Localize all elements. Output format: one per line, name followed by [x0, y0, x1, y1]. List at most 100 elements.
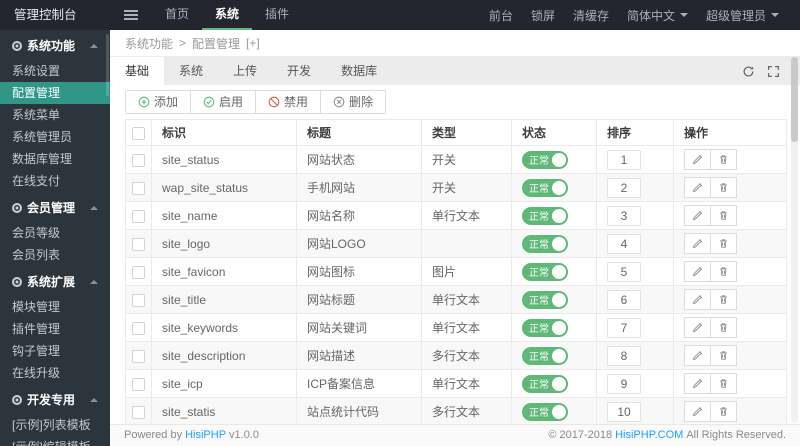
breadcrumb-current[interactable]: 配置管理: [192, 35, 240, 52]
enable-button[interactable]: 启用: [190, 91, 255, 113]
row-checkbox[interactable]: [132, 377, 145, 391]
row-checkbox[interactable]: [132, 265, 145, 279]
sort-input[interactable]: [607, 149, 641, 170]
sidebar-scrollbar[interactable]: [106, 34, 109, 96]
row-checkbox[interactable]: [132, 209, 145, 223]
sidebar-item-system-admins[interactable]: 系统管理员: [0, 126, 110, 148]
ban-circle-icon: [268, 96, 280, 108]
fullscreen-icon[interactable]: [767, 65, 780, 78]
tab-database[interactable]: 数据库: [326, 57, 392, 85]
page-scrollbar[interactable]: [791, 57, 798, 423]
sidebar-item-hook-management[interactable]: 钩子管理: [0, 340, 110, 362]
sidebar-item-member-list[interactable]: 会员列表: [0, 244, 110, 266]
status-toggle[interactable]: 正常: [522, 402, 568, 421]
delete-row-button[interactable]: [710, 289, 737, 310]
sidebar-item-online-payment[interactable]: 在线支付: [0, 170, 110, 192]
footer-powered-by: Powered by HisiPHP v1.0.0: [124, 429, 260, 442]
delete-row-button[interactable]: [710, 373, 737, 394]
disable-button[interactable]: 禁用: [255, 91, 320, 113]
sidebar-section-members[interactable]: 会员管理: [0, 192, 110, 222]
add-button[interactable]: 添加: [126, 91, 190, 113]
select-all-checkbox[interactable]: [132, 126, 145, 140]
edit-button[interactable]: [684, 345, 711, 366]
sort-input[interactable]: [607, 205, 641, 226]
sidebar-item-example-edit-template[interactable]: [示例]编辑模板: [0, 436, 110, 446]
delete-row-button[interactable]: [710, 177, 737, 198]
status-toggle[interactable]: 正常: [522, 346, 568, 365]
status-toggle[interactable]: 正常: [522, 318, 568, 337]
sidebar-toggle-button[interactable]: [110, 0, 152, 30]
hisiphp-com-link[interactable]: HisiPHP.COM: [615, 429, 683, 441]
edit-button[interactable]: [684, 261, 711, 282]
status-toggle[interactable]: 正常: [522, 206, 568, 225]
delete-row-button[interactable]: [710, 401, 737, 422]
row-checkbox[interactable]: [132, 181, 145, 195]
row-checkbox[interactable]: [132, 237, 145, 251]
delete-row-button[interactable]: [710, 317, 737, 338]
sidebar-item-database-management[interactable]: 数据库管理: [0, 148, 110, 170]
lock-screen-link[interactable]: 锁屏: [522, 7, 564, 24]
sidebar-item-online-upgrade[interactable]: 在线升级: [0, 362, 110, 384]
tab-upload[interactable]: 上传: [218, 57, 272, 85]
delete-row-button[interactable]: [710, 149, 737, 170]
edit-button[interactable]: [684, 289, 711, 310]
sort-input[interactable]: [607, 401, 641, 422]
clear-cache-link[interactable]: 清缓存: [564, 7, 618, 24]
sidebar-item-system-settings[interactable]: 系统设置: [0, 60, 110, 82]
sidebar-item-module-management[interactable]: 模块管理: [0, 296, 110, 318]
row-checkbox[interactable]: [132, 405, 145, 419]
hisiphp-link[interactable]: HisiPHP: [185, 429, 226, 441]
delete-row-button[interactable]: [710, 261, 737, 282]
language-dropdown[interactable]: 简体中文: [618, 7, 697, 24]
sort-input[interactable]: [607, 317, 641, 338]
edit-button[interactable]: [684, 317, 711, 338]
nav-item-plugins[interactable]: 插件: [252, 0, 302, 30]
status-toggle[interactable]: 正常: [522, 374, 568, 393]
delete-button[interactable]: 删除: [320, 91, 385, 113]
status-toggle[interactable]: 正常: [522, 178, 568, 197]
sidebar-section-extensions[interactable]: 系统扩展: [0, 266, 110, 296]
row-checkbox[interactable]: [132, 293, 145, 307]
row-checkbox[interactable]: [132, 153, 145, 167]
status-toggle[interactable]: 正常: [522, 234, 568, 253]
row-checkbox[interactable]: [132, 321, 145, 335]
row-checkbox[interactable]: [132, 349, 145, 363]
delete-row-button[interactable]: [710, 345, 737, 366]
nav-item-home[interactable]: 首页: [152, 0, 202, 30]
sidebar-section-system[interactable]: 系统功能: [0, 30, 110, 60]
tab-develop[interactable]: 开发: [272, 57, 326, 85]
sidebar-item-system-menu[interactable]: 系统菜单: [0, 104, 110, 126]
sidebar-item-member-levels[interactable]: 会员等级: [0, 222, 110, 244]
sidebar-section-dev[interactable]: 开发专用: [0, 384, 110, 414]
sidebar-item-example-list-template[interactable]: [示例]列表模板: [0, 414, 110, 436]
user-dropdown[interactable]: 超级管理员: [697, 7, 788, 24]
status-toggle[interactable]: 正常: [522, 290, 568, 309]
edit-button[interactable]: [684, 205, 711, 226]
sort-input[interactable]: [607, 289, 641, 310]
edit-button[interactable]: [684, 233, 711, 254]
edit-button[interactable]: [684, 401, 711, 422]
sort-input[interactable]: [607, 233, 641, 254]
status-toggle[interactable]: 正常: [522, 262, 568, 281]
tab-system[interactable]: 系统: [164, 57, 218, 85]
sidebar-item-plugin-management[interactable]: 插件管理: [0, 318, 110, 340]
sort-input[interactable]: [607, 177, 641, 198]
toggle-knob: [552, 404, 566, 419]
sidebar-item-config-management[interactable]: 配置管理: [0, 82, 110, 104]
tab-basic[interactable]: 基础: [110, 57, 165, 85]
edit-button[interactable]: [684, 373, 711, 394]
nav-item-system[interactable]: 系统: [202, 0, 253, 30]
breadcrumb-parent[interactable]: 系统功能: [125, 35, 173, 52]
refresh-icon[interactable]: [742, 65, 755, 78]
status-toggle[interactable]: 正常: [522, 150, 568, 169]
sort-input[interactable]: [607, 345, 641, 366]
pencil-icon: [692, 323, 702, 333]
edit-button[interactable]: [684, 149, 711, 170]
edit-button[interactable]: [684, 177, 711, 198]
frontend-link[interactable]: 前台: [480, 7, 522, 24]
sort-input[interactable]: [607, 373, 641, 394]
delete-row-button[interactable]: [710, 205, 737, 226]
delete-row-button[interactable]: [710, 233, 737, 254]
sort-input[interactable]: [607, 261, 641, 282]
scrollbar-thumb[interactable]: [791, 57, 798, 142]
